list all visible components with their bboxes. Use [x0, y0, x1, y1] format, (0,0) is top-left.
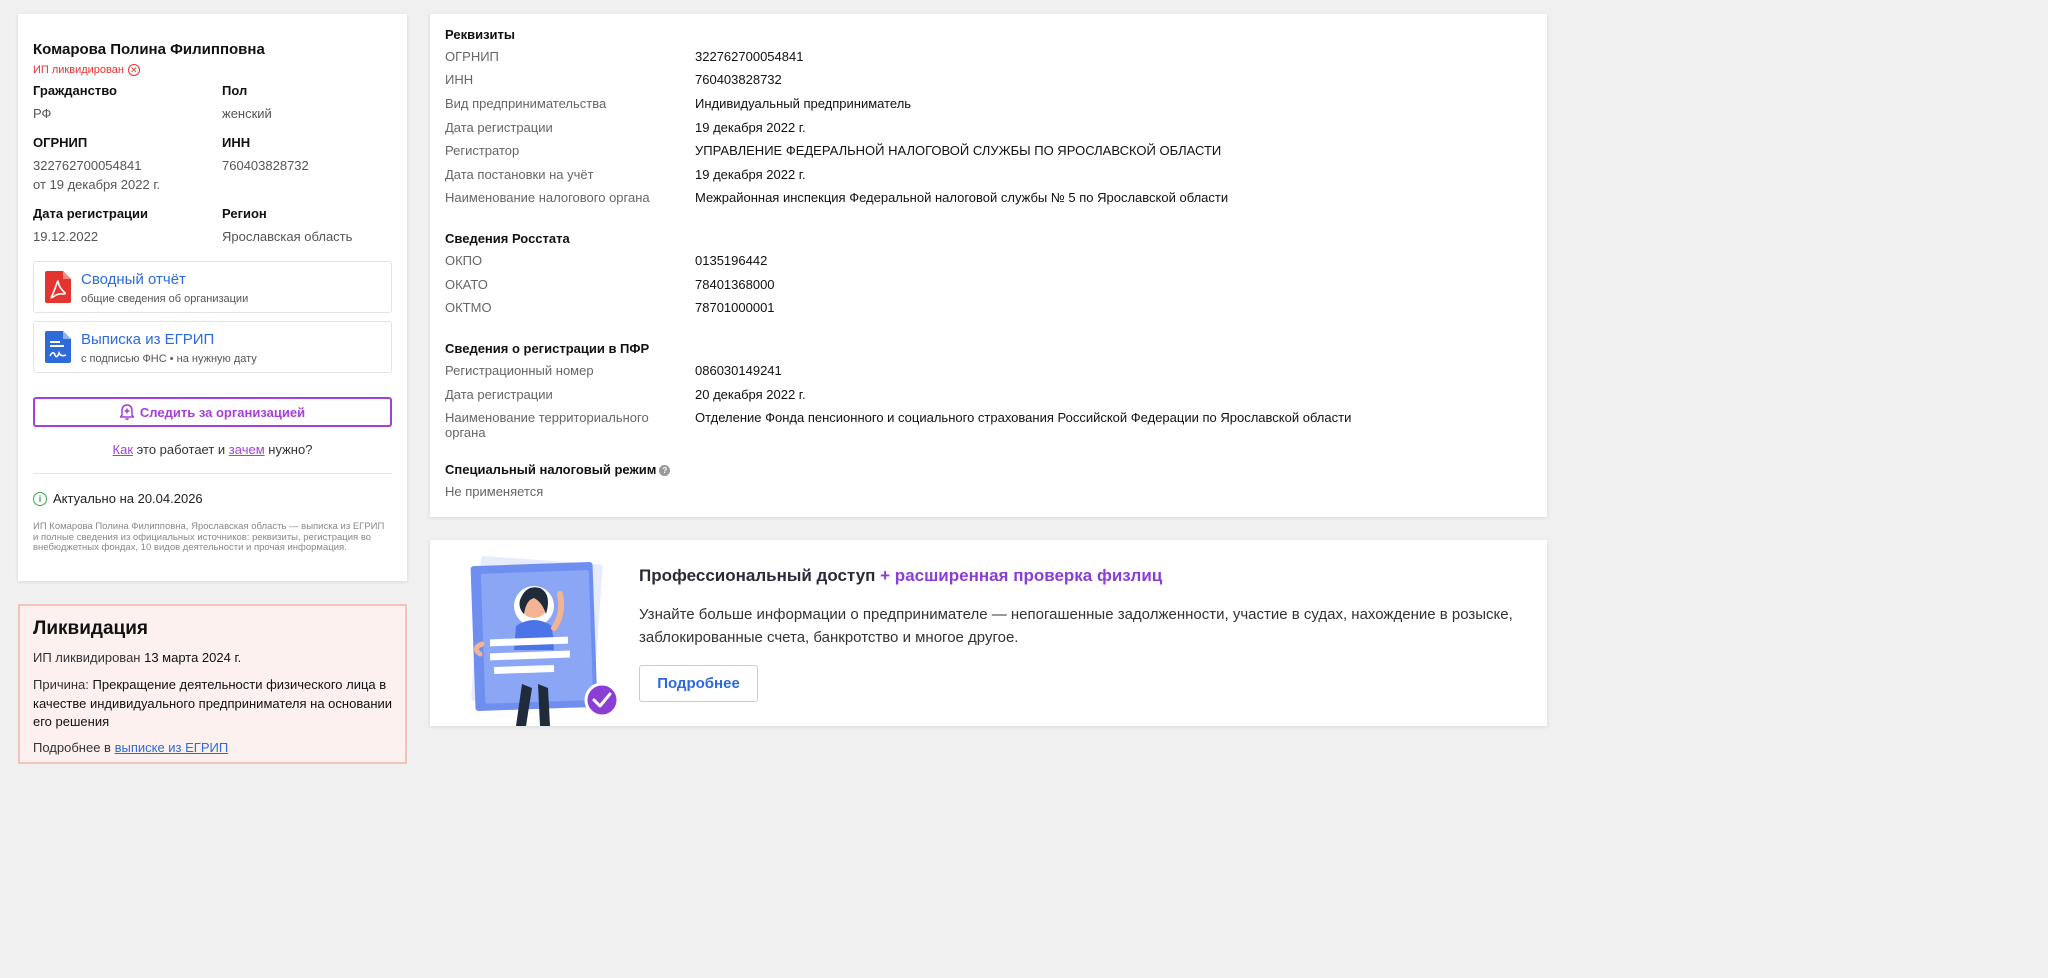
gender-label: Пол: [222, 83, 248, 98]
pfr-value-regdate: 20 декабря 2022 г.: [695, 387, 806, 402]
requisites-card: Реквизиты ОГРНИП 322762700054841 ИНН 760…: [430, 14, 1547, 517]
bell-plus-icon: [119, 404, 134, 420]
actuality-text: Актуально на 20.04.2026: [53, 491, 203, 506]
rosstat-label-oktmo: ОКТМО: [445, 300, 492, 315]
tax-regime-value: Не применяется: [445, 484, 544, 499]
ogrnip-value: 322762700054841: [33, 158, 142, 173]
liquidation-more-prefix: Подробнее в: [33, 740, 115, 755]
pro-access-promo-card: Профессиональный доступ + расширенная пр…: [430, 540, 1547, 726]
signed-document-icon: [45, 331, 71, 363]
pfr-value-regnum: 086030149241: [695, 363, 782, 378]
liquidation-date: 13 марта 2024 г.: [144, 650, 242, 665]
status-badge: ИП ликвидирован ✕: [33, 64, 140, 76]
actuality-info: i Актуально на 20.04.2026: [33, 491, 203, 506]
liquidation-date-prefix: ИП ликвидирован: [33, 650, 145, 665]
regdate-value: 19.12.2022: [33, 229, 99, 244]
liquidation-date-line: ИП ликвидирован 13 марта 2024 г.: [33, 649, 241, 668]
req-label-registrar: Регистратор: [445, 143, 520, 158]
liquidation-more: Подробнее в выписке из ЕГРИП: [33, 739, 228, 758]
why-link[interactable]: зачем: [229, 442, 265, 457]
req-label-regdate: Дата регистрации: [445, 120, 553, 135]
pfr-value-authority: Отделение Фонда пенсионного и социальног…: [695, 410, 1352, 425]
company-description: ИП Комарова Полина Филипповна, Ярославск…: [33, 521, 385, 553]
region-value: Ярославская область: [222, 229, 353, 244]
egrip-extract-subtitle: с подписью ФНС • на нужную дату: [81, 353, 257, 365]
question-icon[interactable]: ?: [659, 465, 671, 477]
summary-report-link[interactable]: Сводный отчёт общие сведения об организа…: [33, 261, 392, 313]
status-text: ИП ликвидирован: [33, 64, 124, 76]
tax-regime-title-text: Специальный налоговый режим: [445, 462, 657, 477]
pfr-label-regnum: Регистрационный номер: [445, 363, 594, 378]
ogrnip-label: ОГРНИП: [33, 135, 88, 150]
close-circle-icon: ✕: [127, 64, 140, 76]
req-label-ogrnip: ОГРНИП: [445, 49, 499, 64]
rosstat-title: Сведения Росстата: [445, 231, 570, 246]
pfr-label-regdate: Дата регистрации: [445, 387, 553, 402]
pfr-title: Сведения о регистрации в ПФР: [445, 341, 650, 356]
promo-title-accent: + расширенная проверка физлиц: [875, 566, 1163, 585]
req-value-business-type: Индивидуальный предприниматель: [695, 96, 912, 111]
liquidation-reason-prefix: Причина:: [33, 677, 93, 692]
gender-value: женский: [222, 106, 272, 121]
person-card-illustration: [470, 556, 620, 726]
promo-text: Узнайте больше информации о предпринимат…: [639, 606, 1513, 646]
summary-report-title: Сводный отчёт: [81, 271, 186, 288]
req-value-regdate: 19 декабря 2022 г.: [695, 120, 806, 135]
inn-label: ИНН: [222, 135, 251, 150]
req-value-tax-date: 19 декабря 2022 г.: [695, 167, 806, 182]
req-label-tax-authority: Наименование налогового органа: [445, 190, 650, 205]
follow-organization-button[interactable]: Следить за организацией: [33, 397, 392, 427]
how-it-works-text: Как это работает и зачем нужно?: [33, 442, 392, 457]
pdf-file-icon: [45, 271, 71, 303]
req-value-tax-authority: Межрайонная инспекция Федеральной налого…: [695, 190, 1229, 205]
req-label-inn: ИНН: [445, 72, 474, 87]
divider: [33, 473, 392, 474]
req-value-registrar: УПРАВЛЕНИЕ ФЕДЕРАЛЬНОЙ НАЛОГОВОЙ СЛУЖБЫ …: [695, 143, 1222, 158]
ogrnip-date: от 19 декабря 2022 г.: [33, 177, 161, 192]
pfr-label-authority: Наименование территориального органа: [445, 410, 649, 440]
liquidation-card: Ликвидация ИП ликвидирован 13 марта 2024…: [18, 604, 407, 764]
follow-button-label: Следить за организацией: [139, 404, 306, 420]
regdate-label: Дата регистрации: [33, 206, 149, 221]
egrip-extract-inline-link[interactable]: выписке из ЕГРИП: [115, 740, 229, 755]
liquidation-title: Ликвидация: [33, 618, 148, 639]
company-summary-card: Комарова Полина Филипповна ИП ликвидиров…: [18, 14, 407, 581]
requisites-title: Реквизиты: [445, 27, 515, 42]
req-label-tax-date: Дата постановки на учёт: [445, 167, 594, 182]
rosstat-label-okato: ОКАТО: [445, 277, 488, 292]
person-name: Комарова Полина Филипповна: [33, 41, 265, 58]
tax-regime-title: Специальный налоговый режим?: [445, 462, 671, 477]
req-value-inn: 760403828732: [695, 72, 782, 87]
summary-report-subtitle: общие сведения об организации: [81, 293, 249, 305]
citizenship-value: РФ: [33, 106, 52, 121]
region-label: Регион: [222, 206, 267, 221]
how-link[interactable]: Как: [113, 442, 134, 457]
learn-more-button[interactable]: Подробнее: [639, 665, 758, 702]
info-icon: i: [33, 491, 47, 506]
inn-value: 760403828732: [222, 158, 309, 173]
req-value-ogrnip: 322762700054841: [695, 49, 804, 64]
egrip-extract-link[interactable]: Выписка из ЕГРИП с подписью ФНС • на нуж…: [33, 321, 392, 373]
rosstat-value-okpo: 0135196442: [695, 253, 768, 268]
how-text-mid: это работает и: [133, 442, 229, 457]
liquidation-reason: Причина: Прекращение деятельности физиче…: [33, 676, 393, 732]
rosstat-value-oktmo: 78701000001: [695, 300, 775, 315]
promo-title: Профессиональный доступ + расширенная пр…: [639, 566, 1162, 586]
rosstat-label-okpo: ОКПО: [445, 253, 483, 268]
how-text-end: нужно?: [264, 442, 313, 457]
rosstat-value-okato: 78401368000: [695, 277, 775, 292]
egrip-extract-title: Выписка из ЕГРИП: [81, 331, 215, 348]
citizenship-label: Гражданство: [33, 83, 117, 98]
req-label-business-type: Вид предпринимательства: [445, 96, 607, 111]
promo-title-main: Профессиональный доступ: [639, 566, 876, 585]
